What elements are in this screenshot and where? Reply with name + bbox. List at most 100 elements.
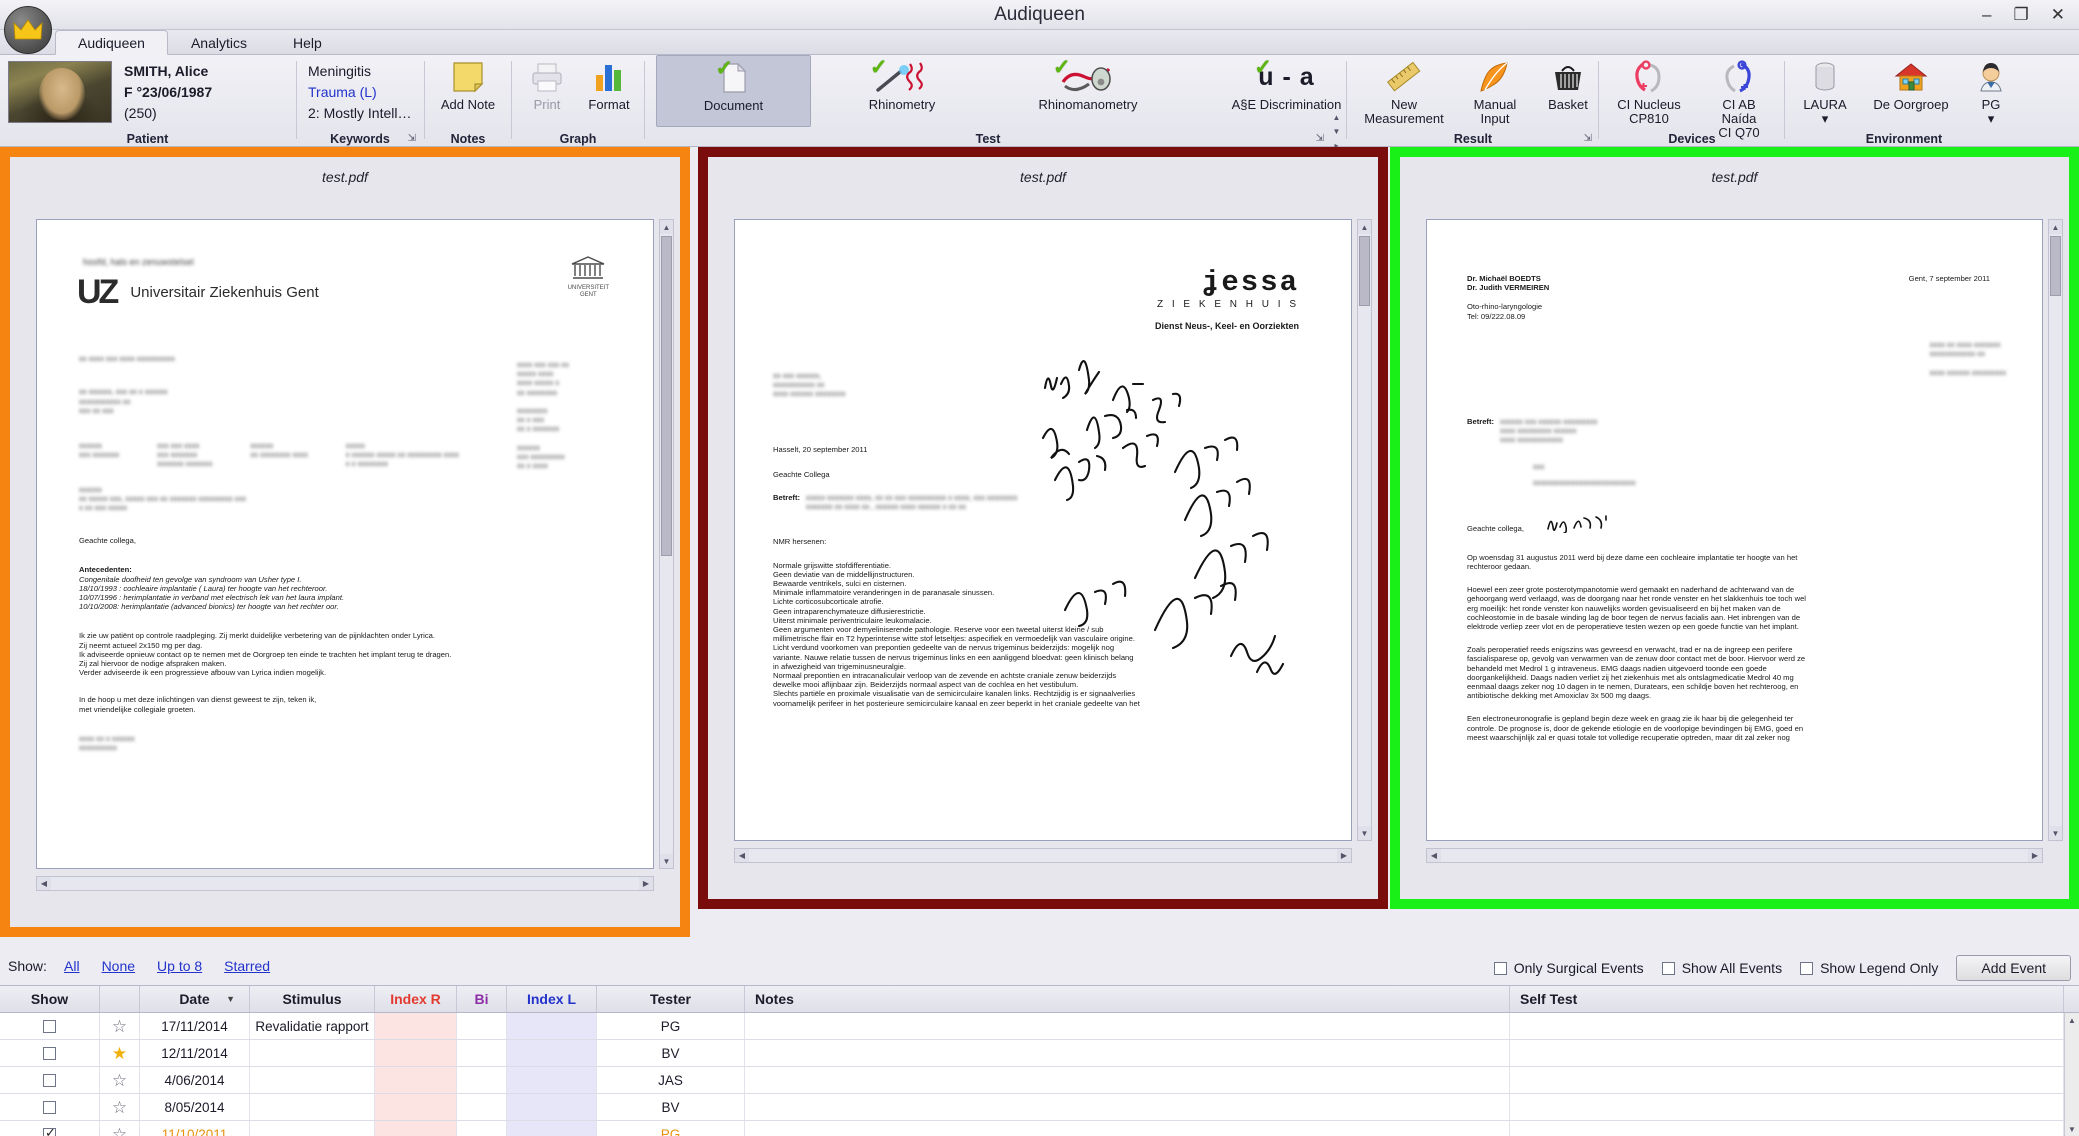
column-header-stimulus[interactable]: Stimulus — [250, 986, 375, 1012]
scroll-up-icon[interactable]: ▲ — [2065, 1013, 2079, 1027]
cell-star[interactable]: ★ — [100, 1040, 140, 1066]
maximize-icon[interactable]: ❐ — [2010, 4, 2033, 25]
document-panel-1-hscrollbar[interactable]: ◀ ▶ — [36, 876, 654, 891]
vscroll-thumb[interactable] — [1359, 236, 1370, 306]
star-icon[interactable]: ☆ — [112, 1126, 127, 1136]
checkbox-box[interactable] — [1493, 961, 1507, 975]
result-dialog-launcher-icon[interactable]: ⇲ — [1584, 133, 1592, 144]
environment-de-oorgroep-button[interactable]: De Oorgroep — [1862, 55, 1960, 112]
scroll-up-icon[interactable]: ▲ — [1358, 220, 1371, 234]
keyword-item-2[interactable]: 2: Mostly Intell… — [308, 103, 411, 124]
document-panel-3[interactable]: test.pdf Dr. Michaël BOEDTS Dr. Judith V… — [1390, 147, 2079, 909]
checkbox-box[interactable] — [1800, 961, 1814, 975]
keyword-item-1[interactable]: Trauma (L) — [308, 82, 411, 103]
vscroll-thumb[interactable] — [661, 236, 672, 556]
environment-pg-chevron-down-icon[interactable]: ▾ — [1988, 111, 1995, 126]
star-icon[interactable]: ☆ — [112, 1018, 127, 1035]
scroll-left-icon[interactable]: ◀ — [37, 877, 51, 890]
table-vscrollbar[interactable]: ▲ ▼ — [2064, 1013, 2079, 1136]
star-icon[interactable]: ☆ — [112, 1072, 127, 1089]
tab-analytics[interactable]: Analytics — [168, 30, 270, 55]
table-row[interactable]: ☆ 17/11/2014 Revalidatie rapport PG — [0, 1013, 2079, 1040]
test-rhinomanometry-button[interactable]: Rhinomanometry — [993, 55, 1183, 127]
document-panel-3-hscrollbar[interactable]: ◀ ▶ — [1426, 848, 2043, 863]
cell-show[interactable] — [0, 1013, 100, 1039]
vscroll-thumb[interactable] — [2050, 236, 2061, 296]
cell-star[interactable]: ☆ — [100, 1067, 140, 1093]
keyword-item-0[interactable]: Meningitis — [308, 61, 411, 82]
star-icon[interactable]: ★ — [112, 1045, 127, 1062]
show-link-starred[interactable]: Starred — [224, 958, 270, 974]
document-panel-2-hscrollbar[interactable]: ◀ ▶ — [734, 848, 1352, 863]
column-header-tester[interactable]: Tester — [597, 986, 745, 1012]
test-rhinometry-button[interactable]: Rhinometry — [827, 55, 977, 127]
column-header-self-test[interactable]: Self Test — [1510, 986, 2064, 1012]
scroll-left-icon[interactable]: ◀ — [735, 849, 749, 862]
star-icon[interactable]: ☆ — [112, 1099, 127, 1116]
show-link-all[interactable]: All — [64, 958, 80, 974]
document-panel-2-vscrollbar[interactable]: ▲ ▼ — [1357, 219, 1372, 841]
close-icon[interactable]: ✕ — [2047, 4, 2069, 25]
environment-pg-button[interactable]: PG ▾ — [1964, 55, 2018, 126]
new-measurement-button[interactable]: New Measurement — [1356, 55, 1452, 126]
column-header-bi[interactable]: Bi — [457, 986, 507, 1012]
cell-show[interactable] — [0, 1067, 100, 1093]
scroll-right-icon[interactable]: ▶ — [639, 877, 653, 890]
checkbox-box[interactable] — [1661, 961, 1675, 975]
scroll-up-icon[interactable]: ▲ — [660, 220, 673, 234]
scroll-down-icon[interactable]: ▼ — [1358, 826, 1371, 840]
environment-laura-button[interactable]: LAURA ▾ — [1792, 55, 1858, 126]
cell-star[interactable]: ☆ — [100, 1013, 140, 1039]
table-row[interactable]: ☆ 11/10/2011 PG — [0, 1121, 2079, 1136]
cell-show[interactable] — [0, 1094, 100, 1120]
tab-help[interactable]: Help — [270, 30, 345, 55]
environment-laura-chevron-down-icon[interactable]: ▾ — [1822, 111, 1829, 126]
add-note-button[interactable]: Add Note — [433, 55, 503, 112]
document-panel-3-viewport[interactable]: Dr. Michaël BOEDTS Dr. Judith VERMEIREN … — [1426, 219, 2043, 841]
document-panel-2[interactable]: test.pdf ʝessa Z I E K E N H U I S Diens… — [698, 147, 1388, 909]
show-link-up-to-8[interactable]: Up to 8 — [157, 958, 202, 974]
keywords-dialog-launcher-icon[interactable]: ⇲ — [408, 133, 416, 144]
row-checkbox[interactable] — [43, 1073, 56, 1087]
checkbox-only-surgical-events[interactable]: Only Surgical Events — [1493, 960, 1644, 976]
app-logo-button[interactable] — [4, 6, 52, 54]
row-checkbox[interactable] — [43, 1019, 56, 1033]
row-checkbox[interactable] — [43, 1046, 56, 1060]
manual-input-button[interactable]: Manual Input — [1458, 55, 1532, 126]
document-panel-3-vscrollbar[interactable]: ▲ ▼ — [2048, 219, 2063, 841]
scroll-down-icon[interactable]: ▼ — [2065, 1122, 2079, 1136]
test-document-button[interactable]: Document — [656, 55, 811, 127]
column-header-notes[interactable]: Notes — [745, 986, 1510, 1012]
column-header-index-l[interactable]: Index L — [507, 986, 597, 1012]
add-event-button[interactable]: Add Event — [1956, 955, 2071, 981]
cell-show[interactable] — [0, 1121, 100, 1136]
checkbox-show-all-events[interactable]: Show All Events — [1661, 960, 1782, 976]
minimize-icon[interactable]: – — [1978, 4, 1995, 25]
column-header-star[interactable] — [100, 986, 140, 1012]
scroll-down-icon[interactable]: ▼ — [2049, 826, 2062, 840]
document-panel-1[interactable]: test.pdf hoofd, hals en zenuwstelsel UZ … — [0, 147, 690, 937]
scroll-right-icon[interactable]: ▶ — [2028, 849, 2042, 862]
scroll-up-icon[interactable]: ▲ — [2049, 220, 2062, 234]
checkbox-show-legend-only[interactable]: Show Legend Only — [1800, 960, 1938, 976]
gallery-scroll-down-icon[interactable]: ▼ — [1330, 127, 1343, 141]
document-panel-1-viewport[interactable]: hoofd, hals en zenuwstelsel UZ Universit… — [36, 219, 654, 869]
row-checkbox[interactable] — [43, 1100, 56, 1114]
device-ci-ab-naida-button[interactable]: CI AB Naída CI Q70 — [1696, 55, 1782, 140]
column-header-show[interactable]: Show — [0, 986, 100, 1012]
format-button[interactable]: Format — [578, 55, 640, 112]
sort-descending-icon[interactable]: ▼ — [226, 994, 235, 1004]
test-ae-discrimination-button[interactable]: u - a A§E Discrimination — [1199, 55, 1374, 127]
scroll-down-icon[interactable]: ▼ — [660, 854, 673, 868]
column-header-index-r[interactable]: Index R — [375, 986, 457, 1012]
gallery-scroll-up-icon[interactable]: ▲ — [1330, 113, 1343, 127]
document-panel-2-viewport[interactable]: ʝessa Z I E K E N H U I S Dienst Neus-, … — [734, 219, 1352, 841]
scroll-left-icon[interactable]: ◀ — [1427, 849, 1441, 862]
cell-star[interactable]: ☆ — [100, 1094, 140, 1120]
document-panel-1-vscrollbar[interactable]: ▲ ▼ — [659, 219, 674, 869]
cell-show[interactable] — [0, 1040, 100, 1066]
cell-star[interactable]: ☆ — [100, 1121, 140, 1136]
table-row[interactable]: ☆ 8/05/2014 BV — [0, 1094, 2079, 1121]
device-ci-nucleus-button[interactable]: CI Nucleus CP810 — [1606, 55, 1692, 126]
row-checkbox[interactable] — [43, 1125, 56, 1136]
